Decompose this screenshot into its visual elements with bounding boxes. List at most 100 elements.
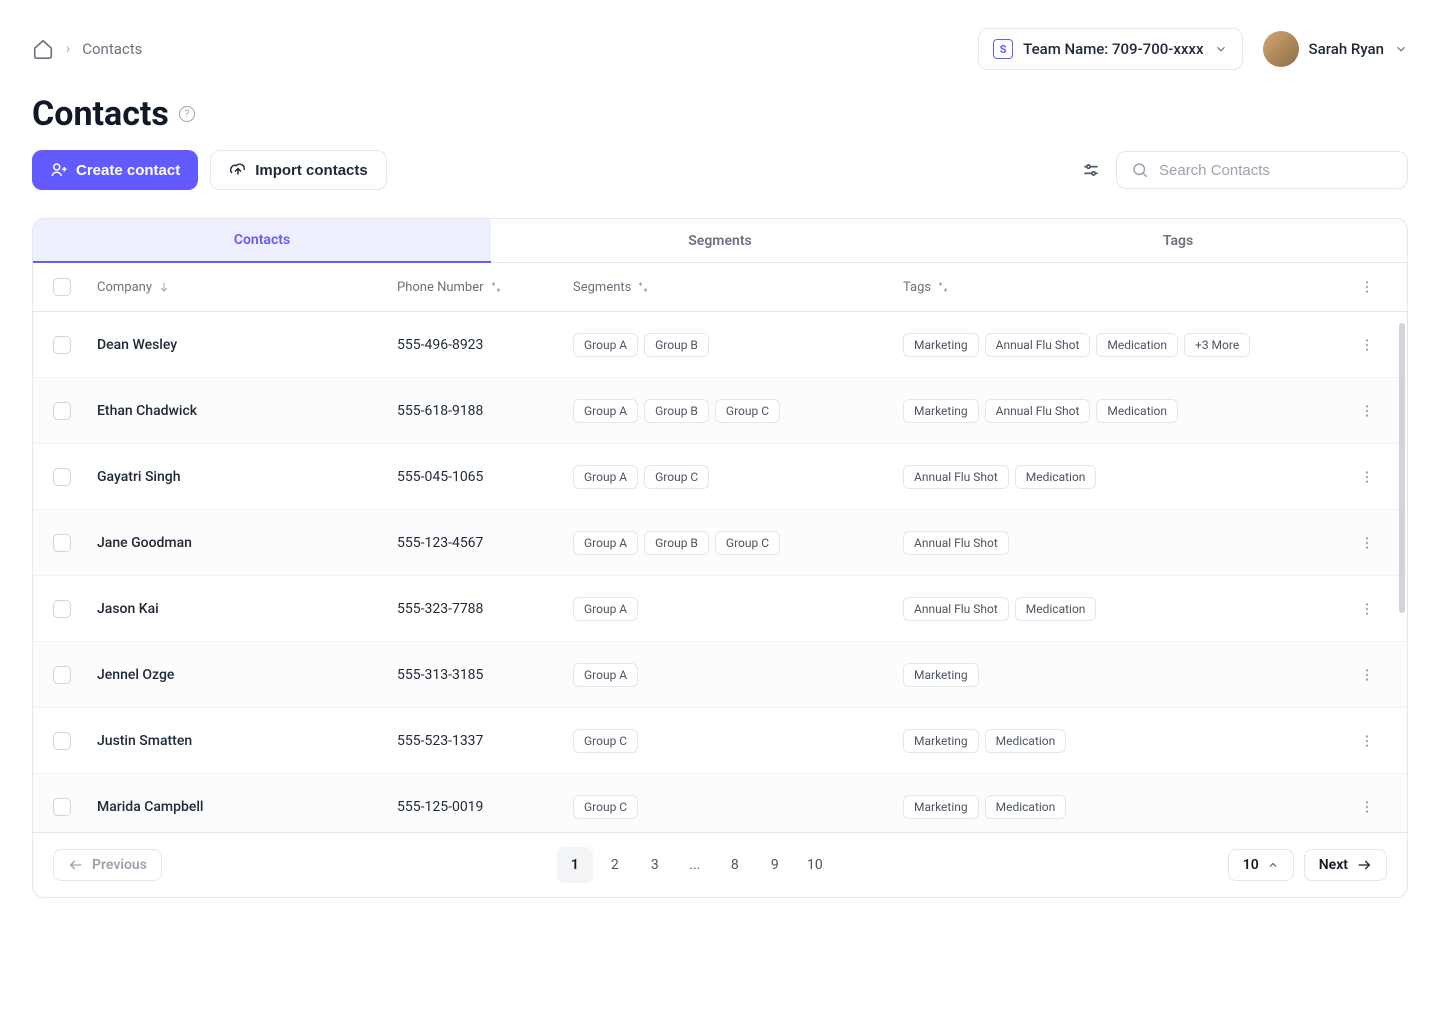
segment-pill: Group B [644,531,709,555]
team-selector[interactable]: S Team Name: 709-700-xxxx [978,28,1242,70]
segment-pill: Group C [715,531,780,555]
import-contacts-button[interactable]: Import contacts [210,150,387,190]
row-menu-button[interactable] [1355,663,1379,687]
table-row[interactable]: Jennel Ozge555-313-3185Group AMarketing [33,642,1407,708]
tab-tags[interactable]: Tags [949,219,1407,263]
column-company-label: Company [97,280,152,295]
search-box[interactable] [1116,151,1408,189]
column-segments[interactable]: Segments [573,280,903,295]
tab-tags-label: Tags [1163,233,1193,249]
tag-pill: Medication [1015,597,1097,621]
row-checkbox[interactable] [53,468,71,486]
page-size-selector[interactable]: 10 [1228,849,1294,881]
header-menu-button[interactable] [1355,275,1379,299]
next-label: Next [1319,857,1348,873]
tab-segments[interactable]: Segments [491,219,949,263]
contact-phone: 555-618-9188 [397,403,483,419]
help-icon[interactable]: ? [179,106,195,122]
segment-pill: Group A [573,663,638,687]
team-logo-icon: S [993,39,1013,59]
page-button[interactable]: 8 [717,847,753,883]
tag-pill: Annual Flu Shot [985,333,1091,357]
contact-name: Gayatri Singh [97,469,181,485]
contacts-panel: Contacts Segments Tags Company Phone Num… [32,218,1408,898]
row-menu-button[interactable] [1355,399,1379,423]
sort-icon [637,281,649,293]
table-row[interactable]: Marida Campbell555-125-0019Group CMarket… [33,774,1407,832]
row-checkbox[interactable] [53,534,71,552]
tag-pill: Medication [985,795,1067,819]
column-company[interactable]: Company [97,280,397,295]
tag-pill: Annual Flu Shot [903,465,1009,489]
table-row[interactable]: Dean Wesley555-496-8923Group AGroup BMar… [33,312,1407,378]
contact-phone: 555-123-4567 [397,535,483,551]
table-row[interactable]: Ethan Chadwick555-618-9188Group AGroup B… [33,378,1407,444]
tag-pill: +3 More [1184,333,1250,357]
tag-pill: Marketing [903,729,979,753]
breadcrumb-current[interactable]: Contacts [82,40,142,58]
scrollbar-thumb[interactable] [1399,323,1405,613]
segment-pill: Group A [573,531,638,555]
user-menu[interactable]: Sarah Ryan [1263,31,1408,67]
column-phone[interactable]: Phone Number [397,280,573,295]
tag-pill: Marketing [903,795,979,819]
action-left: Create contact Import contacts [32,150,387,190]
sort-icon [490,281,502,293]
column-tags[interactable]: Tags [903,280,1347,295]
row-menu-button[interactable] [1355,465,1379,489]
page-button[interactable]: 3 [637,847,673,883]
segment-pill: Group B [644,399,709,423]
page-button[interactable]: 9 [757,847,793,883]
row-checkbox[interactable] [53,732,71,750]
table-row[interactable]: Gayatri Singh555-045-1065Group AGroup CA… [33,444,1407,510]
page-button[interactable]: 10 [797,847,833,883]
row-checkbox[interactable] [53,402,71,420]
arrow-down-icon [158,281,170,293]
content-container: Contacts Segments Tags Company Phone Num… [0,218,1440,898]
page-button[interactable]: 1 [557,847,593,883]
app-header: › Contacts S Team Name: 709-700-xxxx Sar… [0,0,1440,86]
contact-phone: 555-496-8923 [397,337,483,353]
tab-contacts[interactable]: Contacts [33,219,491,263]
home-icon[interactable] [32,38,54,60]
tag-pill: Annual Flu Shot [903,531,1009,555]
search-input[interactable] [1159,162,1393,179]
contact-phone: 555-323-7788 [397,601,483,617]
table-row[interactable]: Jane Goodman555-123-4567Group AGroup BGr… [33,510,1407,576]
contact-name: Dean Wesley [97,337,177,353]
table-row[interactable]: Jason Kai555-323-7788Group AAnnual Flu S… [33,576,1407,642]
page-button[interactable]: 2 [597,847,633,883]
breadcrumb: › Contacts [32,38,142,60]
tab-contacts-label: Contacts [234,232,290,248]
row-checkbox[interactable] [53,336,71,354]
create-contact-button[interactable]: Create contact [32,150,198,190]
page-title: Contacts [32,94,169,134]
user-name: Sarah Ryan [1309,40,1384,58]
scrollbar[interactable] [1399,323,1405,783]
row-checkbox[interactable] [53,798,71,816]
contact-name: Justin Smatten [97,733,192,749]
previous-button[interactable]: Previous [53,849,162,881]
contact-name: Ethan Chadwick [97,403,197,419]
row-checkbox[interactable] [53,600,71,618]
row-menu-button[interactable] [1355,729,1379,753]
pagination-pages: 123...8910 [557,847,833,883]
contact-phone: 555-125-0019 [397,799,483,815]
import-contacts-label: Import contacts [255,162,368,179]
row-menu-button[interactable] [1355,795,1379,819]
select-all-checkbox[interactable] [53,278,71,296]
table-header: Company Phone Number Segments [33,263,1407,312]
search-icon [1131,161,1149,179]
contact-phone: 555-313-3185 [397,667,483,683]
row-checkbox[interactable] [53,666,71,684]
row-menu-button[interactable] [1355,597,1379,621]
filter-icon[interactable] [1080,159,1102,181]
next-button[interactable]: Next [1304,849,1387,881]
contact-name: Jason Kai [97,601,159,617]
column-tags-label: Tags [903,280,931,295]
table-row[interactable]: Justin Smatten555-523-1337Group CMarketi… [33,708,1407,774]
row-menu-button[interactable] [1355,531,1379,555]
row-menu-button[interactable] [1355,333,1379,357]
contact-phone: 555-045-1065 [397,469,483,485]
page-size-value: 10 [1243,857,1259,873]
